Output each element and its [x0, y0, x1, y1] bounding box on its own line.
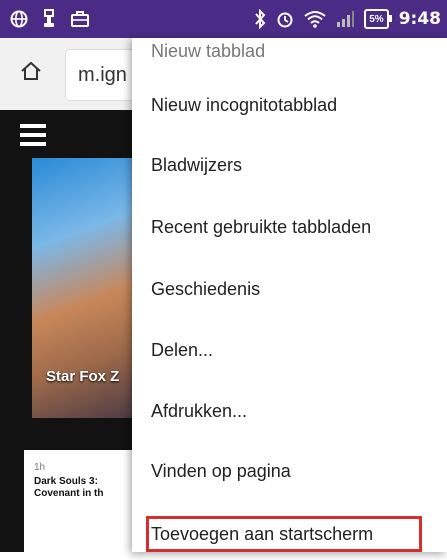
clock-time: 9:48 [398, 9, 441, 29]
menu-item-history[interactable]: Geschiedenis [132, 264, 447, 314]
battery-icon: 5% [364, 9, 393, 29]
menu-item-new-incognito-tab[interactable]: Nieuw incognitotabblad [132, 80, 447, 130]
hero-label: Star Fox Z [46, 368, 120, 385]
status-bar: 5% 9:48 [0, 0, 447, 38]
highlight-box [146, 516, 422, 552]
menu-item-print[interactable]: Afdrukken... [132, 386, 447, 436]
wifi-icon [304, 10, 326, 28]
article-card[interactable]: 1h Dark Souls 3: Covenant in th [24, 450, 144, 560]
article-age: 1h [34, 462, 46, 473]
signal-icon [336, 11, 355, 27]
bluetooth-icon [254, 9, 266, 29]
hamburger-menu-icon[interactable] [20, 124, 46, 146]
globe-icon [10, 10, 28, 28]
menu-item-find-in-page[interactable]: Vinden op pagina [132, 446, 447, 496]
menu-item-bookmarks[interactable]: Bladwijzers [132, 140, 447, 190]
usb-icon [42, 9, 56, 29]
alarm-icon [276, 10, 294, 28]
briefcase-icon [70, 10, 90, 28]
home-icon[interactable] [20, 60, 42, 87]
overflow-menu: Nieuw tabblad Nieuw incognitotabblad Bla… [132, 38, 447, 552]
url-text: m.ign [78, 63, 127, 86]
menu-item-new-tab[interactable]: Nieuw tabblad [132, 38, 447, 76]
menu-item-share[interactable]: Delen... [132, 325, 447, 375]
menu-item-recent-tabs[interactable]: Recent gebruikte tabbladen [132, 202, 447, 252]
battery-level: 5% [369, 13, 384, 25]
article-title: Dark Souls 3: Covenant in th [34, 476, 104, 499]
